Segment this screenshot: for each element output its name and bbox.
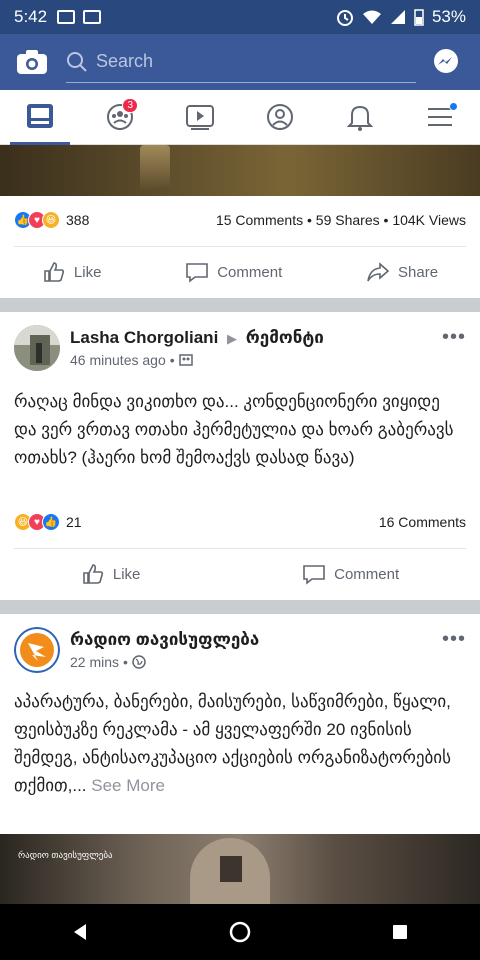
engagement-summary[interactable]: 15 Comments • 59 Shares • 104K Views xyxy=(216,212,466,228)
groups-badge: 3 xyxy=(122,97,138,113)
comment-label: Comment xyxy=(334,565,400,583)
tab-groups[interactable]: 3 xyxy=(90,90,150,145)
post-meta: 46 minutes ago • xyxy=(70,352,324,368)
more-options-icon[interactable]: ••• xyxy=(442,628,466,651)
avatar-image xyxy=(14,325,60,371)
gmail-icon xyxy=(83,10,102,24)
feed-gap xyxy=(0,298,480,312)
tab-watch[interactable] xyxy=(170,90,230,145)
comment-icon xyxy=(186,263,209,283)
comment-button[interactable]: Comment xyxy=(185,260,282,284)
post-text-body: აპარატურა, ბანერები, მაისურები, საწვიმრე… xyxy=(14,692,451,795)
tab-news-feed[interactable] xyxy=(10,90,70,145)
tab-profile[interactable] xyxy=(250,90,310,145)
like-button[interactable]: Like xyxy=(81,562,141,586)
post-image[interactable]: რადიო თავისუფლება xyxy=(0,834,480,904)
post-card: Lasha Chorgoliani ▶ რემონტი 46 minutes a… xyxy=(0,312,480,600)
like-label: Like xyxy=(73,263,102,281)
battery-percent: 53% xyxy=(431,7,466,26)
share-button[interactable]: Share xyxy=(366,260,438,284)
home-icon[interactable] xyxy=(229,921,251,943)
share-label: Share xyxy=(398,263,439,281)
comment-count[interactable]: 16 Comments xyxy=(379,514,466,530)
share-icon xyxy=(367,262,390,282)
avatar[interactable] xyxy=(14,325,60,371)
system-nav-bar xyxy=(0,904,480,960)
image-watermark: რადიო თავისუფლება xyxy=(18,850,113,860)
meta-separator: • xyxy=(169,352,175,368)
comment-icon xyxy=(303,565,325,585)
previous-post-footer: 👍 ♥ 😆 388 15 Comments • 59 Shares • 104K… xyxy=(0,196,480,298)
post-header: Lasha Chorgoliani ▶ რემონტი 46 minutes a… xyxy=(14,318,466,378)
like-button[interactable]: Like xyxy=(42,260,102,284)
comment-count: 15 Comments xyxy=(215,212,304,228)
tab-notifications[interactable] xyxy=(330,90,390,145)
news-feed-icon xyxy=(27,103,53,128)
haha-reaction-icon: 😆 xyxy=(42,211,60,229)
profile-icon xyxy=(267,104,293,130)
media-object xyxy=(140,145,170,191)
image-window xyxy=(220,856,242,882)
alarm-icon xyxy=(336,10,353,26)
like-reaction-icon: 👍 xyxy=(42,513,60,531)
thumbs-up-icon xyxy=(44,262,65,282)
status-bar: 5:42 53% xyxy=(0,0,480,34)
page-name[interactable]: რადიო თავისუფლება xyxy=(70,630,259,650)
search-box[interactable]: Search xyxy=(66,41,416,83)
post-actions: Like Comment xyxy=(0,549,480,599)
wifi-icon xyxy=(362,10,381,24)
view-count: 104K Views xyxy=(392,212,466,228)
top-bar: Search xyxy=(0,34,480,90)
more-options-icon[interactable]: ••• xyxy=(442,326,466,349)
camera-icon[interactable] xyxy=(16,49,48,75)
post-card: რადიო თავისუფლება 22 mins • ••• აპარატურ… xyxy=(0,614,480,834)
post-text: რაღაც მინდა ვიკითხო და... კონდენციონერი … xyxy=(14,392,454,467)
post-stats: 😆 ♥ 👍 21 16 Comments xyxy=(14,504,466,540)
bell-icon xyxy=(347,105,373,131)
group-privacy-icon xyxy=(178,354,193,366)
like-label: Like xyxy=(112,565,141,583)
previous-post-actions: Like Comment Share xyxy=(0,247,480,297)
author-line: Lasha Chorgoliani ▶ რემონტი xyxy=(70,328,324,348)
author-name[interactable]: Lasha Chorgoliani xyxy=(70,328,218,347)
feed-gap xyxy=(0,600,480,614)
share-count: 59 Shares xyxy=(315,212,380,228)
previous-post-stats: 👍 ♥ 😆 388 15 Comments • 59 Shares • 104K… xyxy=(14,202,466,238)
battery-icon xyxy=(414,9,424,26)
post-header: რადიო თავისუფლება 22 mins • ••• xyxy=(14,620,466,680)
see-more-link[interactable]: See More xyxy=(91,776,165,795)
comment-label: Comment xyxy=(217,263,283,281)
menu-notification-dot xyxy=(449,101,458,111)
messenger-icon[interactable] xyxy=(432,48,460,76)
post-time[interactable]: 46 minutes ago xyxy=(70,352,166,368)
meta-separator: • xyxy=(123,654,128,670)
post-time[interactable]: 22 mins xyxy=(70,654,119,670)
recents-icon[interactable] xyxy=(390,922,410,942)
gmail-icon xyxy=(57,10,76,24)
back-icon[interactable] xyxy=(70,922,90,942)
signal-icon xyxy=(390,10,405,24)
search-placeholder: Search xyxy=(96,51,154,71)
author-block: Lasha Chorgoliani ▶ რემონტი 46 minutes a… xyxy=(70,328,324,368)
watch-icon xyxy=(186,105,214,130)
page-avatar[interactable] xyxy=(14,627,60,673)
author-block: რადიო თავისუფლება 22 mins • xyxy=(70,630,259,670)
status-time: 5:42 xyxy=(14,7,48,26)
previous-post-media[interactable] xyxy=(0,145,480,196)
reaction-count[interactable]: 21 xyxy=(66,514,82,530)
arrow-icon: ▶ xyxy=(227,331,238,346)
reaction-count[interactable]: 388 xyxy=(66,212,89,228)
comment-button[interactable]: Comment xyxy=(302,562,399,586)
tab-menu[interactable] xyxy=(410,90,470,145)
post-meta: 22 mins • xyxy=(70,654,259,670)
globe-icon xyxy=(132,655,146,669)
radio-liberty-logo xyxy=(14,627,60,673)
main-nav: 3 xyxy=(0,90,480,145)
post-text: აპარატურა, ბანერები, მაისურები, საწვიმრე… xyxy=(14,688,466,800)
search-icon xyxy=(67,51,87,72)
thumbs-up-icon xyxy=(83,564,103,584)
group-name[interactable]: რემონტი xyxy=(246,328,324,347)
